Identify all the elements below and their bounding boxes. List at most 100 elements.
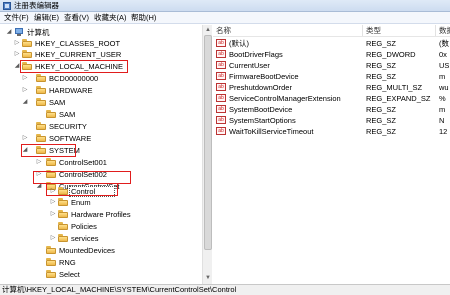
- tree-node-label: Policies: [71, 222, 97, 231]
- expand-icon[interactable]: ▷: [22, 135, 28, 141]
- menu-help[interactable]: 帮助(H): [131, 13, 156, 23]
- tree-scrollbar[interactable]: ▲ ▼: [202, 25, 212, 284]
- value-row-currentuser[interactable]: ab CurrentUser REG_SZ US: [213, 60, 450, 71]
- tree-node-hkey-current-user[interactable]: ▷ HKEY_CURRENT_USER: [0, 49, 200, 60]
- column-header-type[interactable]: 类型: [363, 25, 436, 36]
- scroll-down-arrow-icon[interactable]: ▼: [204, 274, 212, 282]
- tree-pane[interactable]: ◢ 计算机 ▷ HKEY_CLASSES_ROOT ▷ HKEY_CURRENT…: [0, 25, 212, 284]
- tree-node-hardware[interactable]: ▷ HARDWARE: [0, 85, 200, 96]
- string-value-icon: ab: [216, 61, 226, 69]
- tree-node-select[interactable]: Select: [0, 269, 200, 280]
- expand-icon[interactable]: ▷: [14, 51, 20, 57]
- value-data: %: [439, 94, 446, 103]
- expand-icon[interactable]: ▷: [50, 211, 56, 217]
- menu-favorites[interactable]: 收藏夹(A): [94, 13, 127, 23]
- folder-icon: [22, 39, 32, 47]
- tree-node-mounted-devices[interactable]: MountedDevices: [0, 245, 200, 256]
- value-name: PreshutdownOrder: [229, 83, 292, 92]
- value-row-waittokillservicetimeout[interactable]: ab WaitToKillServiceTimeout REG_SZ 12: [213, 126, 450, 137]
- title-bar: 注册表编辑器: [0, 0, 450, 12]
- value-row-preshutdownorder[interactable]: ab PreshutdownOrder REG_MULTI_SZ wu: [213, 82, 450, 93]
- tree-node-label: ControlSet001: [59, 158, 107, 167]
- tree-node-security[interactable]: SECURITY: [0, 121, 200, 132]
- menu-view[interactable]: 查看(V): [64, 13, 89, 23]
- tree-node-services[interactable]: ▷ services: [0, 233, 200, 244]
- folder-icon: [36, 134, 46, 142]
- tree-node-label: SAM: [49, 98, 66, 107]
- value-data: 12: [439, 127, 448, 136]
- string-value-icon: ab: [216, 127, 226, 135]
- tree-node-label: SAM: [59, 110, 76, 119]
- folder-icon: [36, 86, 46, 94]
- folder-icon: [46, 246, 56, 254]
- column-header-name[interactable]: 名称: [213, 25, 363, 36]
- tree-node-policies[interactable]: Policies: [0, 221, 200, 232]
- scroll-up-arrow-icon[interactable]: ▲: [204, 26, 212, 34]
- folder-icon: [36, 122, 46, 130]
- tree-node-hardware-profiles[interactable]: ▷ Hardware Profiles: [0, 209, 200, 220]
- value-type: REG_SZ: [366, 116, 397, 125]
- highlight-box-control: [46, 183, 118, 196]
- folder-icon: [46, 158, 56, 166]
- tree-node-rng[interactable]: RNG: [0, 257, 200, 268]
- value-row-systemstartoptions[interactable]: ab SystemStartOptions REG_SZ N: [213, 115, 450, 126]
- tree-node-label: BCD00000000: [49, 74, 99, 83]
- string-value-icon: ab: [216, 105, 226, 113]
- value-type: REG_SZ: [366, 105, 397, 114]
- tree-node-controlset001[interactable]: ▷ ControlSet001: [0, 157, 200, 168]
- tree-node-enum[interactable]: ▷ Enum: [0, 197, 200, 208]
- menu-file[interactable]: 文件(F): [4, 13, 29, 23]
- tree-node-bcd[interactable]: ▷ BCD00000000: [0, 73, 200, 84]
- expand-icon[interactable]: ▷: [50, 199, 56, 205]
- binary-value-icon: ab: [216, 50, 226, 58]
- value-data: m: [439, 72, 446, 81]
- tree-node-label: 计算机: [27, 28, 50, 37]
- header-divider: [213, 36, 450, 37]
- tree-node-label: HARDWARE: [49, 86, 93, 95]
- expand-icon[interactable]: ▷: [14, 40, 20, 46]
- folder-icon: [58, 198, 68, 206]
- tree-node-label: Hardware Profiles: [71, 210, 131, 219]
- tree-node-software[interactable]: ▷ SOFTWARE: [0, 133, 200, 144]
- collapse-icon[interactable]: ◢: [6, 29, 12, 35]
- tree-node-label: SECURITY: [49, 122, 87, 131]
- registry-editor-icon: [3, 2, 11, 10]
- folder-icon: [36, 98, 46, 106]
- value-row-default[interactable]: ab (默认) REG_SZ (数: [213, 38, 450, 49]
- value-row-firmwarebootdevice[interactable]: ab FirmwareBootDevice REG_SZ m: [213, 71, 450, 82]
- value-name: SystemBootDevice: [229, 105, 293, 114]
- string-value-icon: ab: [216, 116, 226, 124]
- tree-node-hkey-classes-root[interactable]: ▷ HKEY_CLASSES_ROOT: [0, 38, 200, 49]
- menu-edit[interactable]: 编辑(E): [34, 13, 59, 23]
- value-data: N: [439, 116, 445, 125]
- expand-icon[interactable]: ▷: [22, 87, 28, 93]
- value-name: ServiceControlManagerExtension: [229, 94, 341, 103]
- value-row-servicecontrolmanagerextension[interactable]: ab ServiceControlManagerExtension REG_EX…: [213, 93, 450, 104]
- folder-icon: [46, 258, 56, 266]
- expand-icon[interactable]: ▷: [36, 159, 42, 165]
- value-type: REG_SZ: [366, 61, 397, 70]
- value-type: REG_SZ: [366, 127, 397, 136]
- collapse-icon[interactable]: ◢: [22, 99, 28, 105]
- value-name: SystemStartOptions: [229, 116, 296, 125]
- values-list-pane[interactable]: 名称 类型 数据 ab (默认) REG_SZ (数 ab BootDriver…: [213, 25, 450, 284]
- tree-node-computer[interactable]: ◢ 计算机: [0, 27, 200, 38]
- column-header-data[interactable]: 数据: [436, 25, 450, 36]
- value-data: US: [439, 61, 450, 70]
- window-title: 注册表编辑器: [14, 1, 59, 10]
- value-name: FirmwareBootDevice: [229, 72, 299, 81]
- value-name: CurrentUser: [229, 61, 270, 70]
- expand-icon[interactable]: ▷: [50, 235, 56, 241]
- tree-node-sam[interactable]: ◢ SAM: [0, 97, 200, 108]
- value-data: (数: [439, 39, 449, 48]
- expand-icon[interactable]: ▷: [22, 75, 28, 81]
- value-name: WaitToKillServiceTimeout: [229, 127, 314, 136]
- highlight-box-hkey-local-machine: [20, 60, 128, 73]
- scrollbar-thumb[interactable]: [204, 35, 212, 250]
- menu-bar: 文件(F) 编辑(E) 查看(V) 收藏夹(A) 帮助(H): [0, 12, 450, 24]
- value-row-systembootdevice[interactable]: ab SystemBootDevice REG_SZ m: [213, 104, 450, 115]
- value-row-bootdriverflags[interactable]: ab BootDriverFlags REG_DWORD 0x: [213, 49, 450, 60]
- tree-node-sam-child[interactable]: SAM: [0, 109, 200, 120]
- tree-node-label: RNG: [59, 258, 76, 267]
- string-value-icon: ab: [216, 94, 226, 102]
